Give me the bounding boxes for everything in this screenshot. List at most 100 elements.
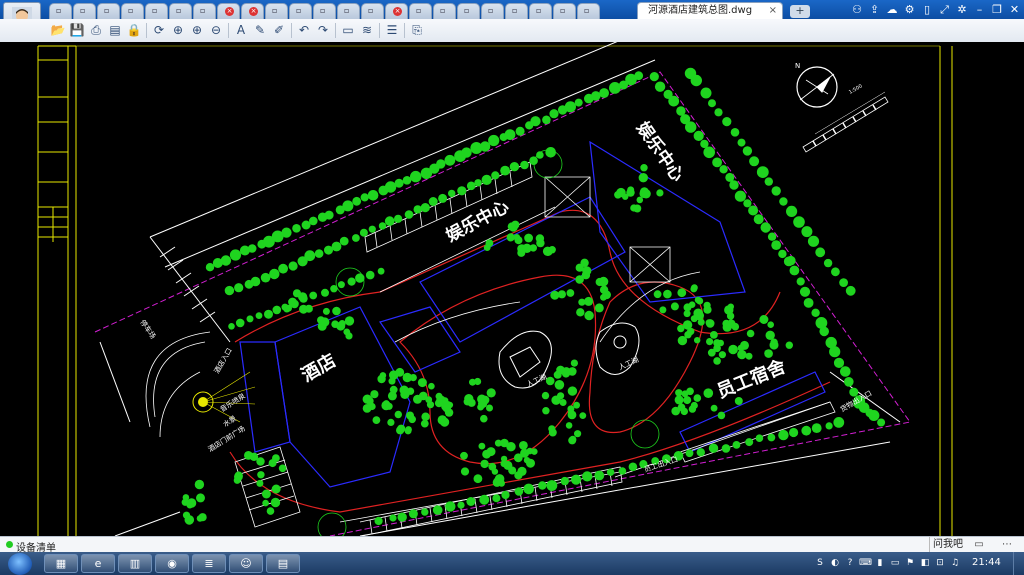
pen-icon[interactable]: ✎	[252, 22, 268, 38]
save-icon[interactable]: 💾	[69, 22, 85, 38]
document-tab[interactable]: ▫	[457, 3, 480, 19]
ie-app[interactable]: e	[81, 554, 115, 573]
gear-alt-icon[interactable]: ⚙	[902, 2, 918, 17]
maximize-icon[interactable]: ❐	[989, 2, 1005, 17]
document-tab[interactable]: ▫	[193, 3, 216, 19]
tree-mark	[764, 349, 773, 358]
tray-icon[interactable]: ◐	[829, 557, 841, 569]
marker-icon[interactable]: ✐	[271, 22, 287, 38]
lock-icon[interactable]: 🔒	[126, 22, 142, 38]
tab-active-document[interactable]: 河源酒店建筑总图.dwg ×	[637, 2, 783, 19]
tree-mark	[408, 509, 418, 519]
document-icon: ▫	[176, 6, 182, 15]
document-tab[interactable]: ×	[241, 3, 264, 19]
avatar-app[interactable]: ☺	[229, 554, 263, 573]
document-tab[interactable]: ▫	[481, 3, 504, 19]
tray-icon[interactable]: S	[814, 557, 826, 569]
share-icon[interactable]: ⇪	[867, 2, 883, 17]
site-plan-drawing[interactable]: N 1:500 娱乐中心 娱乐中心 酒店 员工宿舍 人工湖 人工湖 酒店入口 员…	[0, 31, 1024, 542]
drawing-canvas[interactable]: N 1:500 娱乐中心 娱乐中心 酒店 员工宿舍 人工湖 人工湖 酒店入口 员…	[0, 31, 1024, 542]
explorer-app[interactable]: ▦	[44, 554, 78, 573]
document-tab[interactable]: ▫	[145, 3, 168, 19]
start-button[interactable]	[8, 553, 32, 575]
document-tab[interactable]: ▫	[553, 3, 576, 19]
clock[interactable]: 21:44	[972, 557, 1001, 568]
show-desktop-button[interactable]	[1013, 552, 1024, 575]
user-icon[interactable]: ⚇	[849, 2, 865, 17]
expand-icon[interactable]: ⤢	[937, 2, 953, 17]
document-tab[interactable]: ▫	[577, 3, 600, 19]
document-tab[interactable]: ▫	[433, 3, 456, 19]
document-tab[interactable]: ▫	[121, 3, 144, 19]
document-tab[interactable]: ▫	[73, 3, 96, 19]
tree-mark	[691, 284, 698, 292]
tree-mark	[260, 272, 271, 283]
tray-icon[interactable]: ⌨	[859, 557, 872, 569]
document-tab[interactable]: ×	[217, 3, 240, 19]
settings-icon[interactable]: ✲	[954, 2, 970, 17]
document-tab[interactable]: ▫	[505, 3, 528, 19]
cad-app[interactable]: ▤	[266, 554, 300, 573]
tree-mark	[550, 290, 560, 300]
zoom-out-icon[interactable]: ⊖	[208, 22, 224, 38]
tray-icon[interactable]: ?	[844, 557, 856, 569]
ask-me-button[interactable]: 问我吧	[929, 537, 966, 552]
tray-icon[interactable]: ⚑	[904, 557, 916, 569]
open-icon[interactable]: 📂	[50, 22, 66, 38]
pdf-icon[interactable]: ▤	[107, 22, 123, 38]
undo-icon[interactable]: ↶	[296, 22, 312, 38]
rotate-icon[interactable]: ⟳	[151, 22, 167, 38]
tree-mark	[394, 410, 402, 419]
media-app[interactable]: ◉	[155, 554, 189, 573]
label-entertainment-center: 娱乐中心	[442, 196, 512, 246]
tree-mark	[419, 391, 428, 401]
export-icon[interactable]: ⎘	[409, 22, 425, 38]
close-tab-icon[interactable]: ×	[769, 3, 777, 18]
tree-mark	[359, 228, 368, 237]
stack-app[interactable]: ≣	[192, 554, 226, 573]
minimize-icon[interactable]: –	[972, 2, 988, 17]
document-tab[interactable]: ▫	[409, 3, 432, 19]
layers-icon[interactable]: ☰	[384, 22, 400, 38]
print-icon[interactable]: ⎙	[88, 22, 104, 38]
tree-mark	[789, 427, 799, 438]
text-icon[interactable]: A	[233, 22, 249, 38]
cloud-icon[interactable]: ☁	[884, 2, 900, 17]
document-tab[interactable]: ▫	[313, 3, 336, 19]
tray-icon[interactable]: ◧	[919, 557, 931, 569]
close-icon[interactable]: ✕	[1007, 2, 1023, 17]
more-icon[interactable]: ⋯	[1000, 538, 1014, 551]
dimension-icon[interactable]: ≋	[359, 22, 375, 38]
document-tab[interactable]: ▫	[529, 3, 552, 19]
tree-mark	[582, 471, 593, 482]
tree-mark	[420, 203, 430, 213]
document-tab[interactable]: ▫	[169, 3, 192, 19]
tree-mark	[292, 224, 301, 233]
tray-icon[interactable]: ♫	[949, 557, 961, 569]
tree-mark	[638, 173, 648, 183]
tray-icon[interactable]: ▭	[889, 557, 901, 569]
document-tab[interactable]: ▫	[49, 3, 72, 19]
measure-icon[interactable]: ▭	[340, 22, 356, 38]
redo-icon[interactable]: ↷	[315, 22, 331, 38]
document-tab[interactable]: ▫	[97, 3, 120, 19]
chat-icon[interactable]: ▭	[972, 538, 986, 551]
tree-mark	[466, 181, 476, 191]
document-tab[interactable]: ▫	[289, 3, 312, 19]
zoom-icon[interactable]: ⊕	[170, 22, 186, 38]
tray-icon[interactable]: ⊡	[934, 557, 946, 569]
document-tab[interactable]: ▫	[337, 3, 360, 19]
phone-icon[interactable]: ▯	[919, 2, 935, 17]
zoom-in-icon[interactable]: ⊕	[189, 22, 205, 38]
tree-mark	[469, 378, 476, 386]
tree-mark	[331, 241, 342, 252]
document-tab[interactable]: ×	[385, 3, 408, 19]
new-tab-button[interactable]: +	[790, 5, 810, 18]
document-tab[interactable]: ▫	[265, 3, 288, 19]
folder-app[interactable]: ▥	[118, 554, 152, 573]
tray-icon[interactable]: ▮	[874, 557, 886, 569]
tree-mark	[599, 88, 609, 98]
tree-mark	[378, 222, 387, 230]
document-tab[interactable]: ▫	[361, 3, 384, 19]
tree-mark	[477, 403, 484, 411]
